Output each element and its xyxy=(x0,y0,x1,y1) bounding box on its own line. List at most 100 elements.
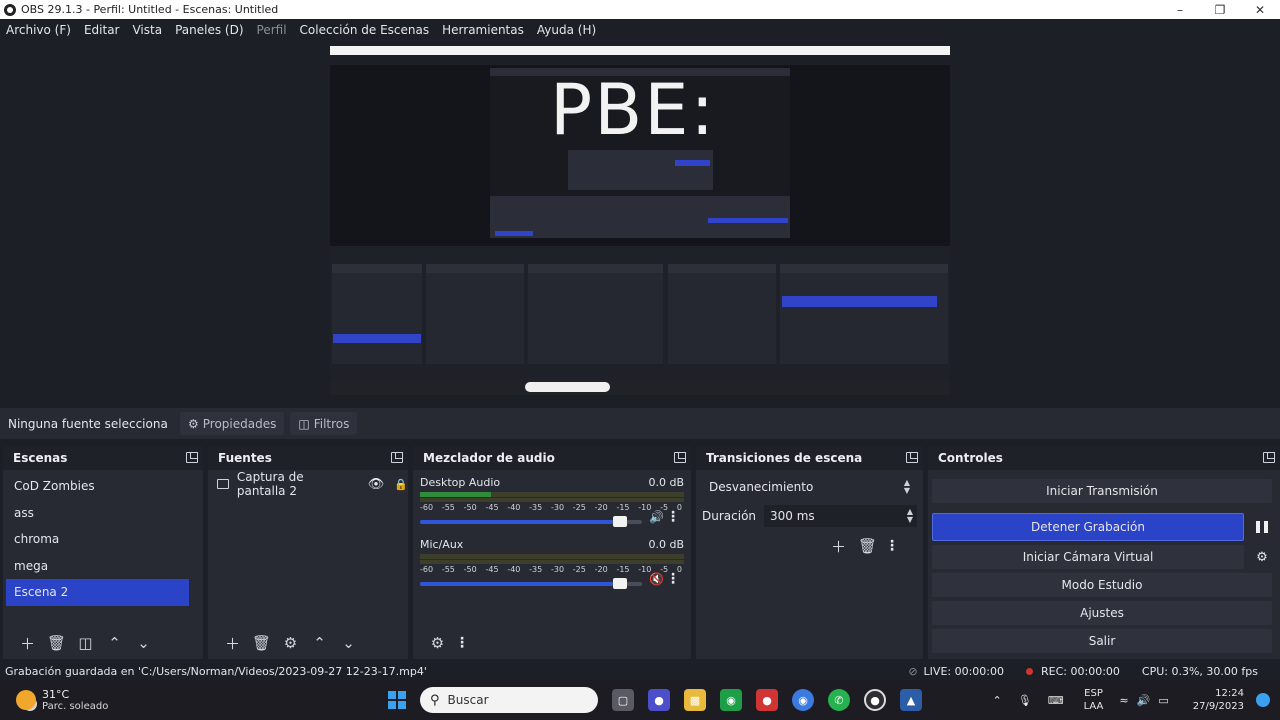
battery-icon[interactable]: ▭ xyxy=(1158,694,1168,707)
trash-icon[interactable]: 🗑 xyxy=(853,534,882,558)
add-icon[interactable]: ＋ xyxy=(13,631,42,655)
microphone-icon[interactable]: 🎙 xyxy=(1018,694,1032,707)
transitions-dock: Transiciones de escena Desvanecimiento ▲… xyxy=(696,446,923,659)
add-icon[interactable]: ＋ xyxy=(824,534,853,558)
menu-coleccion-escenas[interactable]: Colección de Escenas xyxy=(300,23,430,37)
scene-item[interactable]: CoD Zombies xyxy=(3,473,203,500)
scale-tick: -45 xyxy=(485,503,499,512)
kebab-menu-icon[interactable]: ⋮ xyxy=(452,631,472,655)
trash-icon[interactable]: 🗑 xyxy=(247,631,276,655)
add-icon[interactable]: ＋ xyxy=(218,631,247,655)
chrome-icon[interactable]: ◉ xyxy=(792,689,814,711)
taskbar-search[interactable]: ⚲ Buscar xyxy=(420,687,598,713)
kebab-menu-icon[interactable]: ⋮ xyxy=(882,534,902,558)
transition-select[interactable]: Desvanecimiento ▲ ▼ xyxy=(702,476,917,498)
eye-icon[interactable]: 👁 xyxy=(368,477,385,492)
studio-mode-button[interactable]: Modo Estudio xyxy=(932,573,1272,597)
teams-icon[interactable]: ● xyxy=(648,689,670,711)
program-preview[interactable]: PBE: xyxy=(330,46,950,395)
obs-taskbar-icon[interactable]: ● xyxy=(864,689,886,711)
menu-vista[interactable]: Vista xyxy=(132,23,162,37)
scale-tick: -40 xyxy=(507,503,521,512)
volume-slider[interactable] xyxy=(420,515,642,529)
stop-recording-button[interactable]: Detener Grabación xyxy=(932,513,1244,541)
clock-time: 12:24 xyxy=(1215,688,1244,699)
chevron-up-icon[interactable]: ⌃ xyxy=(305,631,334,655)
menu-ayuda[interactable]: Ayuda (H) xyxy=(537,23,596,37)
controls-title: Controles xyxy=(938,451,1003,465)
undock-icon[interactable] xyxy=(906,452,918,463)
advanced-audio-gear-icon[interactable]: ⚙ xyxy=(423,631,452,655)
slider-handle[interactable] xyxy=(613,516,628,527)
slider-handle[interactable] xyxy=(613,578,628,589)
scale-tick: -40 xyxy=(507,565,521,574)
notification-icon[interactable] xyxy=(1256,693,1270,707)
menu-editar[interactable]: Editar xyxy=(84,23,120,37)
start-stream-button[interactable]: Iniciar Transmisión xyxy=(932,479,1272,503)
file-explorer-icon[interactable]: ▩ xyxy=(684,689,706,711)
chevron-up-icon[interactable]: ⌃ xyxy=(993,694,1002,707)
exit-button[interactable]: Salir xyxy=(932,629,1272,653)
kebab-menu-icon[interactable]: ⋮ xyxy=(663,571,683,587)
preview-area: PBE: xyxy=(0,41,1280,403)
scene-item[interactable]: ass xyxy=(3,500,203,527)
mixer-channel-desktop: Desktop Audio 0.0 dB -60 -55 -50 -45 -40 -35-… xyxy=(413,470,691,532)
scene-item-selected[interactable]: Escena 2 xyxy=(6,579,189,606)
speaker-icon[interactable]: 🔊 xyxy=(649,510,664,524)
undock-icon[interactable] xyxy=(391,452,403,463)
volume-slider[interactable] xyxy=(420,577,642,591)
nested-mixer xyxy=(528,264,663,364)
wifi-icon[interactable]: ≈ xyxy=(1119,694,1128,707)
menu-archivo[interactable]: Archivo (F) xyxy=(6,23,71,37)
pause-recording-button[interactable] xyxy=(1244,521,1280,533)
nested-scene-selected xyxy=(333,334,421,343)
menu-paneles[interactable]: Paneles (D) xyxy=(175,23,243,37)
red-app-icon[interactable]: ● xyxy=(756,689,778,711)
chevron-down-icon[interactable]: ⌄ xyxy=(129,631,158,655)
weather-widget[interactable]: 31°C Parc. soleado xyxy=(16,688,356,712)
xbox-icon[interactable]: ◉ xyxy=(720,689,742,711)
close-icon[interactable]: ✕ xyxy=(1240,0,1280,19)
language-indicator[interactable]: ESP LAA xyxy=(1084,687,1104,713)
task-view-icon[interactable]: ▢ xyxy=(612,689,634,711)
clock[interactable]: 12:24 27/9/2023 xyxy=(1193,687,1244,713)
undock-icon[interactable] xyxy=(186,452,198,463)
settings-button[interactable]: Ajustes xyxy=(932,601,1272,625)
lock-icon[interactable]: 🔒 xyxy=(394,478,408,491)
scale-tick: -50 xyxy=(463,503,477,512)
transition-toolbar: ＋ 🗑 ⋮ xyxy=(824,534,902,558)
scenes-toolbar: ＋ 🗑 ◫ ⌃ ⌄ xyxy=(3,627,203,659)
properties-button[interactable]: ⚙ Propiedades xyxy=(180,412,285,435)
chevron-up-icon[interactable]: ⌃ xyxy=(100,631,129,655)
start-virtual-cam-button[interactable]: Iniciar Cámara Virtual xyxy=(932,545,1244,569)
filters-label: Filtros xyxy=(313,416,350,431)
windows-start-icon[interactable] xyxy=(388,691,406,709)
volume-icon[interactable]: 🔊 xyxy=(1137,694,1151,707)
source-item[interactable]: Captura de pantalla 2 👁 🔒 xyxy=(208,470,408,498)
kebab-menu-icon[interactable]: ⋮ xyxy=(663,509,683,525)
duration-input[interactable]: 300 ms ▲ ▼ xyxy=(764,505,917,527)
game-app-icon[interactable]: ▲ xyxy=(900,689,922,711)
gear-icon[interactable]: ⚙ xyxy=(276,631,305,655)
keyboard-icon[interactable]: ⌨ xyxy=(1048,694,1064,707)
window-titlebar: OBS 29.1.3 - Perfil: Untitled - Escenas:… xyxy=(0,0,1280,19)
chevron-down-icon[interactable]: ⌄ xyxy=(334,631,363,655)
trash-icon[interactable]: 🗑 xyxy=(42,631,71,655)
virtual-cam-settings-gear-icon[interactable]: ⚙ xyxy=(1244,550,1280,565)
undock-icon[interactable] xyxy=(674,452,686,463)
menu-perfil[interactable]: Perfil xyxy=(257,23,287,37)
nested-menubar xyxy=(330,55,950,65)
maximize-icon[interactable]: ❐ xyxy=(1200,0,1240,19)
filters-button[interactable]: ◫ Filtros xyxy=(290,412,358,435)
minimize-icon[interactable]: – xyxy=(1160,0,1200,19)
nested-stop-rec xyxy=(782,296,937,307)
no-source-label: Ninguna fuente selecciona xyxy=(8,416,168,431)
scene-item[interactable]: mega xyxy=(3,553,203,580)
filter-icon[interactable]: ◫ xyxy=(71,631,100,655)
menu-herramientas[interactable]: Herramientas xyxy=(442,23,524,37)
scene-item[interactable]: chroma xyxy=(3,526,203,553)
muted-speaker-icon[interactable]: 🔇 xyxy=(649,572,664,586)
undock-icon[interactable] xyxy=(1263,452,1275,463)
spinner-arrows-icon[interactable]: ▲ ▼ xyxy=(907,508,913,524)
whatsapp-icon[interactable]: ✆ xyxy=(828,689,850,711)
